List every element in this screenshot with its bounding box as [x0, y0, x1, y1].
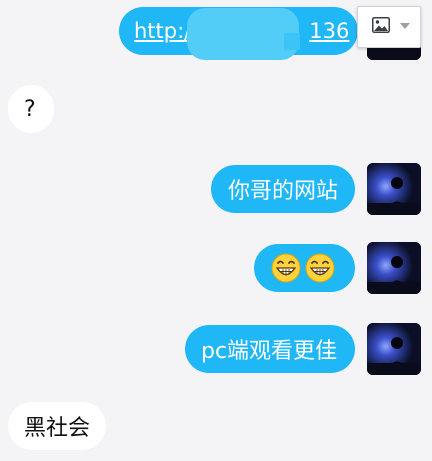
incoming-message-bubble[interactable]: 黑社会	[8, 402, 106, 450]
message-text: ?	[24, 96, 36, 122]
image-options-badge[interactable]	[357, 6, 421, 48]
grinning-face-icon	[305, 253, 335, 283]
incoming-message-bubble[interactable]: ?	[8, 85, 54, 133]
link-suffix[interactable]: 136	[309, 19, 349, 43]
chat-message-list: http:/ 136 ? 你哥的网站 pc端观看更佳 黑社会	[0, 0, 432, 461]
outgoing-message-bubble[interactable]: pc端观看更佳	[185, 325, 355, 373]
message-text: pc端观看更佳	[201, 339, 338, 364]
grinning-face-icon	[271, 253, 301, 283]
sender-avatar[interactable]	[367, 242, 421, 294]
message-text: 黑社会	[24, 416, 91, 441]
message-row-incoming: 黑社会	[0, 402, 432, 454]
sender-avatar[interactable]	[367, 163, 421, 215]
link-redaction-square	[284, 33, 300, 50]
message-row-outgoing: pc端观看更佳	[0, 320, 432, 376]
message-row-outgoing: 你哥的网站	[0, 160, 432, 216]
message-row-outgoing-link: http:/ 136	[0, 0, 432, 60]
chevron-down-icon[interactable]	[400, 23, 410, 29]
link-prefix[interactable]: http:/	[134, 19, 191, 43]
message-row-outgoing-emoji	[0, 240, 432, 298]
outgoing-message-bubble[interactable]: 你哥的网站	[211, 165, 355, 213]
sender-avatar[interactable]	[367, 323, 421, 375]
message-text: 你哥的网站	[228, 179, 339, 204]
image-icon	[372, 17, 390, 33]
message-row-incoming: ?	[0, 85, 432, 135]
emoji-message-bubble[interactable]	[254, 244, 355, 292]
link-redaction	[187, 8, 299, 60]
